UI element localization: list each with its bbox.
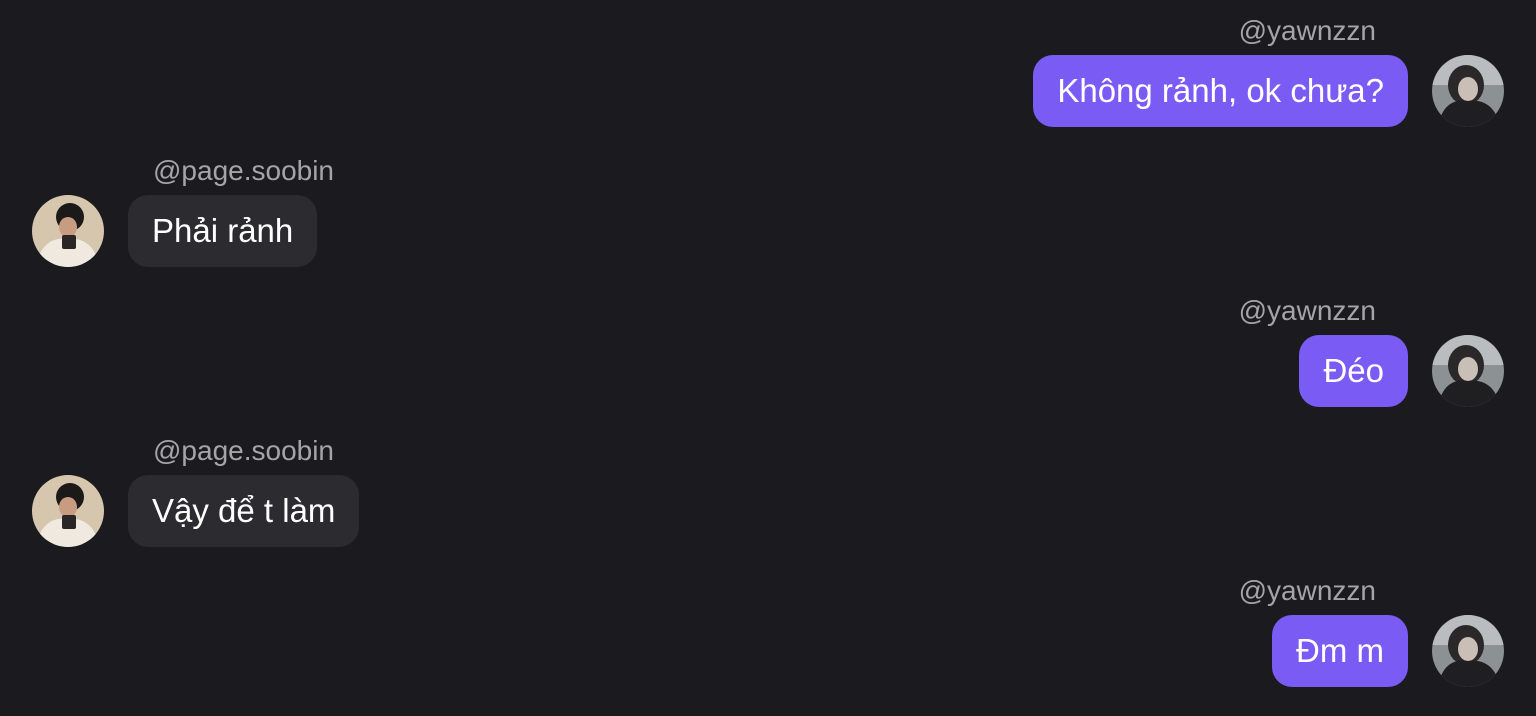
avatar[interactable] <box>1432 615 1504 687</box>
avatar-image-page-soobin <box>32 475 104 547</box>
avatar-image-yawnzzn <box>1432 615 1504 687</box>
sender-username[interactable]: @yawnzzn <box>1239 15 1376 47</box>
message-bubble[interactable]: Vậy để t làm <box>128 475 360 547</box>
sender-username[interactable]: @yawnzzn <box>1239 295 1376 327</box>
avatar[interactable] <box>32 475 104 547</box>
chat-thread: @yawnzzn Không rảnh, ok chưa? @page.soob… <box>0 0 1536 716</box>
avatar-image-yawnzzn <box>1432 55 1504 127</box>
message-bubble[interactable]: Đéo <box>1299 335 1408 407</box>
avatar[interactable] <box>1432 335 1504 407</box>
sender-username[interactable]: @page.soobin <box>153 155 334 187</box>
message-bubble[interactable]: Không rảnh, ok chưa? <box>1033 55 1408 127</box>
avatar[interactable] <box>32 195 104 267</box>
avatar-image-page-soobin <box>32 195 104 267</box>
sender-username[interactable]: @page.soobin <box>153 435 334 467</box>
message-bubble[interactable]: Đm m <box>1272 615 1408 687</box>
avatar[interactable] <box>1432 55 1504 127</box>
message-bubble[interactable]: Phải rảnh <box>128 195 318 267</box>
sender-username[interactable]: @yawnzzn <box>1239 575 1376 607</box>
avatar-image-yawnzzn <box>1432 335 1504 407</box>
